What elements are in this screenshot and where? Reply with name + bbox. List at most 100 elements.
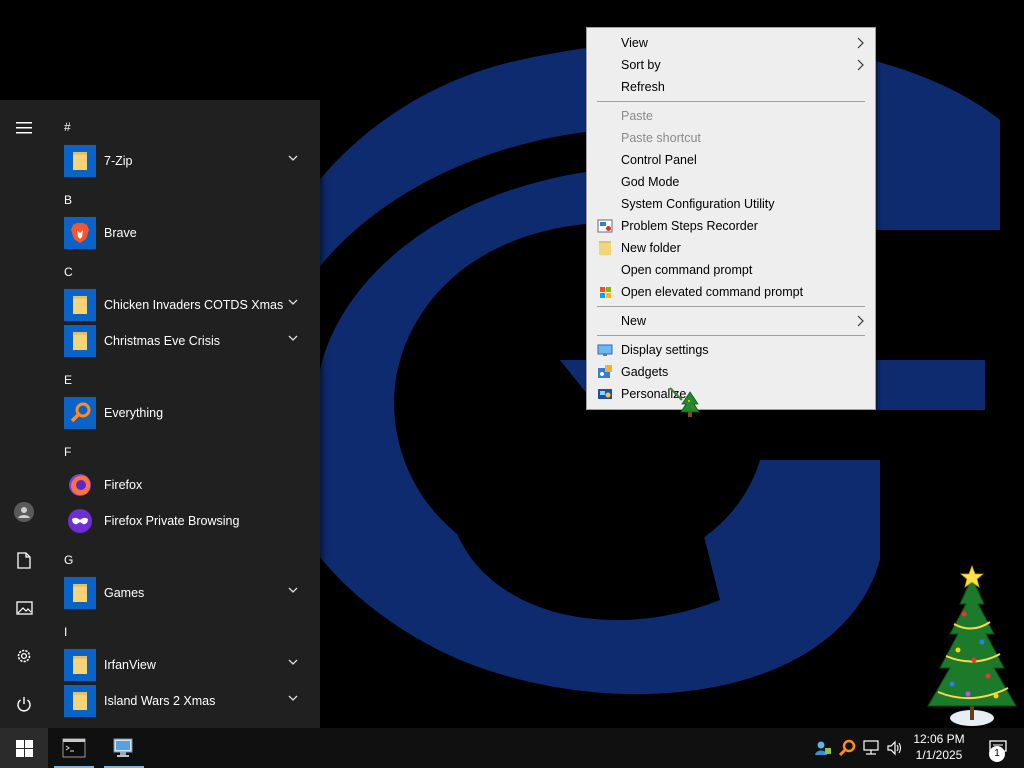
folder-icon (64, 577, 96, 609)
steps-recorder-icon (597, 219, 613, 233)
app-label: Games (104, 586, 145, 600)
menu-item-god-mode[interactable]: God Mode (587, 171, 875, 193)
menu-item-label: Problem Steps Recorder (621, 219, 758, 233)
menu-item-refresh[interactable]: Refresh (587, 76, 875, 98)
menu-item-label: Open elevated command prompt (621, 285, 804, 299)
menu-item-sort-by[interactable]: Sort by (587, 54, 875, 76)
menu-item-control-panel[interactable]: Control Panel (587, 149, 875, 171)
chevron-down-icon[interactable] (288, 155, 298, 163)
group-header-b[interactable]: B (64, 193, 72, 207)
menu-item-label: New folder (621, 241, 681, 255)
network-user-icon[interactable] (813, 738, 833, 758)
menu-item-label: Display settings (621, 343, 709, 357)
menu-item-display-settings[interactable]: Display settings (587, 339, 875, 361)
taskbar-app-remote-desktop[interactable] (100, 728, 148, 768)
app-label: Island Wars 2 Xmas (104, 694, 216, 708)
menu-item-label: God Mode (621, 175, 680, 189)
app-item-games[interactable]: Games (48, 575, 310, 611)
taskbar: 12:06 PM 1/1/2025 (0, 728, 1024, 768)
chevron-down-icon[interactable] (288, 335, 298, 343)
command-prompt-icon (62, 738, 86, 758)
app-item-everything[interactable]: Everything (48, 395, 310, 431)
app-item-chicken-invaders[interactable]: Chicken Invaders COTDS Xmas (48, 287, 310, 323)
app-item-brave[interactable]: Brave (48, 215, 310, 251)
menu-item-open-cmd[interactable]: Open command prompt (587, 259, 875, 281)
network-icon[interactable] (861, 738, 881, 758)
group-header-hash[interactable]: # (64, 120, 71, 134)
menu-item-label: View (621, 36, 648, 50)
menu-item-label: Paste (621, 109, 653, 123)
group-header-e[interactable]: E (64, 373, 72, 387)
group-header-f[interactable]: F (64, 445, 71, 459)
chevron-right-icon (857, 59, 864, 71)
menu-item-paste[interactable]: Paste (587, 105, 875, 127)
windows-logo-icon (15, 739, 33, 757)
app-item-7zip[interactable]: 7-Zip (48, 143, 310, 179)
menu-item-gadgets[interactable]: Gadgets (587, 361, 875, 383)
menu-item-system-config[interactable]: System Configuration Utility (587, 193, 875, 215)
menu-item-open-elevated-cmd[interactable]: Open elevated command prompt (587, 281, 875, 303)
chevron-down-icon[interactable] (288, 587, 298, 595)
power-icon[interactable] (0, 680, 48, 728)
folder-icon (64, 325, 96, 357)
folder-icon (64, 145, 96, 177)
menu-separator (597, 101, 865, 102)
folder-icon (64, 649, 96, 681)
remote-desktop-icon (113, 738, 133, 757)
taskbar-clock[interactable]: 12:06 PM 1/1/2025 (902, 731, 976, 765)
app-item-firefox-private[interactable]: Firefox Private Browsing (48, 503, 310, 539)
app-label: Chicken Invaders COTDS Xmas (104, 298, 284, 312)
app-label: Brave (104, 226, 137, 240)
menu-item-label: Gadgets (621, 365, 669, 379)
menu-item-label: Control Panel (621, 153, 697, 167)
hamburger-menu-icon[interactable] (0, 104, 48, 152)
start-button[interactable] (0, 728, 48, 768)
folder-icon (64, 289, 96, 321)
personalize-icon (598, 389, 612, 399)
start-rail (0, 100, 48, 728)
everything-search-icon[interactable] (837, 738, 857, 758)
app-label: Firefox (104, 478, 143, 492)
menu-item-personalize[interactable]: Personalize (587, 383, 875, 405)
firefox-icon (64, 469, 96, 501)
app-label: 7-Zip (104, 154, 133, 168)
group-header-i[interactable]: I (64, 625, 67, 639)
menu-item-paste-shortcut[interactable]: Paste shortcut (587, 127, 875, 149)
start-menu: # 7-Zip B Brave C Chicken Invaders COTDS… (0, 100, 320, 728)
folder-icon (64, 685, 96, 717)
menu-item-label: Refresh (621, 80, 665, 94)
group-header-g[interactable]: G (64, 553, 73, 567)
chevron-down-icon[interactable] (288, 659, 298, 667)
app-label: Christmas Eve Crisis (104, 334, 220, 348)
everything-search-icon (64, 397, 96, 429)
menu-item-view[interactable]: View (587, 32, 875, 54)
folder-icon (599, 241, 611, 255)
menu-item-new[interactable]: New (587, 310, 875, 332)
app-item-irfanview[interactable]: IrfanView (48, 647, 310, 683)
taskbar-app-command-prompt[interactable] (50, 728, 98, 768)
user-account-icon[interactable] (0, 488, 48, 536)
chevron-down-icon[interactable] (288, 299, 298, 307)
app-item-christmas-eve-crisis[interactable]: Christmas Eve Crisis (48, 323, 310, 359)
clock-time: 12:06 PM (913, 732, 965, 746)
app-label: Everything (104, 406, 164, 420)
app-item-firefox[interactable]: Firefox (48, 467, 310, 503)
gadgets-icon (598, 365, 612, 378)
christmas-tree-cursor-icon (669, 387, 700, 417)
menu-item-label: Paste shortcut (621, 131, 701, 145)
menu-item-new-folder[interactable]: New folder (587, 237, 875, 259)
app-label: Firefox Private Browsing (104, 514, 240, 528)
menu-item-problem-steps-recorder[interactable]: Problem Steps Recorder (587, 215, 875, 237)
menu-item-label: Sort by (621, 58, 661, 72)
start-app-list: # 7-Zip B Brave C Chicken Invaders COTDS… (48, 100, 320, 728)
group-header-c[interactable]: C (64, 265, 73, 279)
chevron-down-icon[interactable] (288, 695, 298, 703)
firefox-private-icon (64, 505, 96, 537)
menu-item-label: New (621, 314, 647, 328)
documents-icon[interactable] (0, 536, 48, 584)
pictures-icon[interactable] (0, 584, 48, 632)
christmas-tree-decoration (927, 564, 1017, 726)
app-item-island-wars[interactable]: Island Wars 2 Xmas (48, 683, 310, 719)
settings-gear-icon[interactable] (0, 632, 48, 680)
display-icon (597, 344, 613, 356)
